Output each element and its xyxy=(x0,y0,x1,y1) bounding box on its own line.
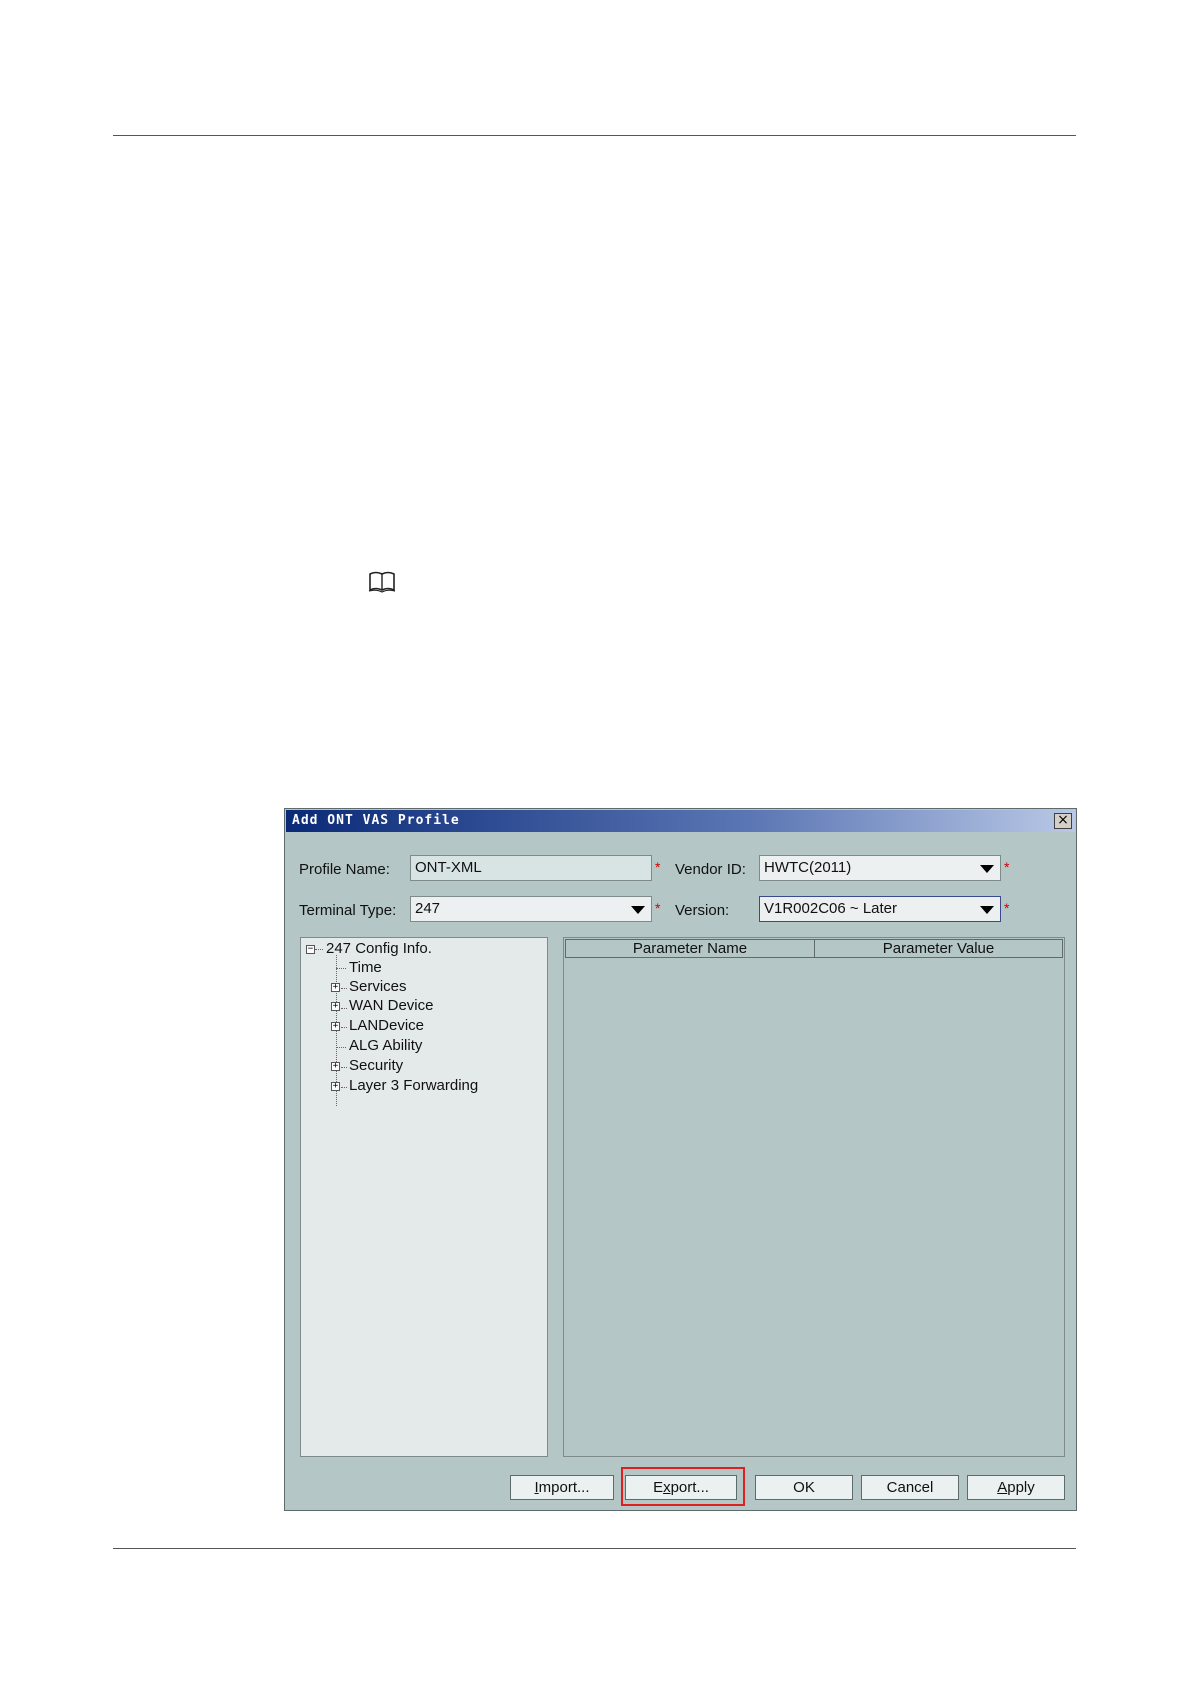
chevron-down-icon[interactable] xyxy=(980,865,994,873)
header-rule xyxy=(113,135,1076,136)
expand-icon[interactable]: + xyxy=(331,1062,340,1071)
config-tree[interactable]: − 247 Config Info. Time + Services + WAN… xyxy=(300,937,548,1457)
apply-label: pply xyxy=(1007,1479,1035,1496)
required-mark: * xyxy=(655,859,661,875)
tree-item-time[interactable]: Time xyxy=(349,959,382,976)
cancel-button[interactable]: Cancel xyxy=(861,1475,959,1500)
chevron-down-icon[interactable] xyxy=(631,906,645,914)
tree-connector xyxy=(336,968,346,969)
tree-item-layer3-forwarding[interactable]: Layer 3 Forwarding xyxy=(349,1077,478,1094)
terminal-type-select[interactable]: 247 xyxy=(410,896,652,922)
version-value: V1R002C06 ~ Later xyxy=(764,900,898,917)
tree-item-alg-ability[interactable]: ALG Ability xyxy=(349,1037,422,1054)
required-mark: * xyxy=(655,900,661,916)
profile-name-label: Profile Name: xyxy=(299,861,390,878)
add-ont-vas-profile-dialog: Add ONT VAS Profile × Profile Name: ONT-… xyxy=(284,808,1077,1511)
tree-item-security[interactable]: Security xyxy=(349,1057,403,1074)
tree-connector xyxy=(315,949,323,950)
tree-root-label[interactable]: 247 Config Info. xyxy=(326,940,432,957)
vendor-id-select[interactable]: HWTC(2011) xyxy=(759,855,1001,881)
collapse-icon[interactable]: − xyxy=(306,945,315,954)
required-mark: * xyxy=(1004,859,1010,875)
column-header-parameter-value[interactable]: Parameter Value xyxy=(814,939,1063,958)
expand-icon[interactable]: + xyxy=(331,983,340,992)
tree-connector xyxy=(341,1087,347,1088)
tree-connector xyxy=(341,1027,347,1028)
tree-connector xyxy=(341,1067,347,1068)
expand-icon[interactable]: + xyxy=(331,1022,340,1031)
tree-connector xyxy=(341,1008,347,1009)
tree-connector xyxy=(336,1047,346,1048)
tree-item-wan-device[interactable]: WAN Device xyxy=(349,997,433,1014)
ok-button[interactable]: OK xyxy=(755,1475,853,1500)
vendor-id-value: HWTC(2011) xyxy=(764,859,852,876)
version-label: Version: xyxy=(675,902,730,919)
export-highlight-box xyxy=(621,1467,745,1506)
parameter-table[interactable]: Parameter Name Parameter Value xyxy=(563,937,1065,1457)
version-select[interactable]: V1R002C06 ~ Later xyxy=(759,896,1001,922)
vendor-id-label: Vendor ID: xyxy=(675,861,746,878)
expand-icon[interactable]: + xyxy=(331,1002,340,1011)
book-icon xyxy=(368,571,396,593)
dialog-title: Add ONT VAS Profile xyxy=(292,813,460,828)
tree-item-landevice[interactable]: LANDevice xyxy=(349,1017,424,1034)
apply-mnemonic: A xyxy=(997,1479,1008,1496)
column-header-parameter-name[interactable]: Parameter Name xyxy=(565,939,815,958)
terminal-type-value: 247 xyxy=(415,900,441,917)
expand-icon[interactable]: + xyxy=(331,1082,340,1091)
title-bar[interactable]: Add ONT VAS Profile × xyxy=(286,810,1075,832)
close-button[interactable]: × xyxy=(1054,813,1072,829)
profile-name-input[interactable]: ONT-XML xyxy=(410,855,652,881)
terminal-type-label: Terminal Type: xyxy=(299,902,397,919)
import-button[interactable]: Import... xyxy=(510,1475,614,1500)
import-label: mport... xyxy=(538,1479,590,1496)
tree-item-services[interactable]: Services xyxy=(349,978,407,995)
required-mark: * xyxy=(1004,900,1010,916)
chevron-down-icon[interactable] xyxy=(980,906,994,914)
footer-rule xyxy=(113,1548,1076,1549)
tree-connector xyxy=(341,988,347,989)
apply-button[interactable]: Apply xyxy=(967,1475,1065,1500)
